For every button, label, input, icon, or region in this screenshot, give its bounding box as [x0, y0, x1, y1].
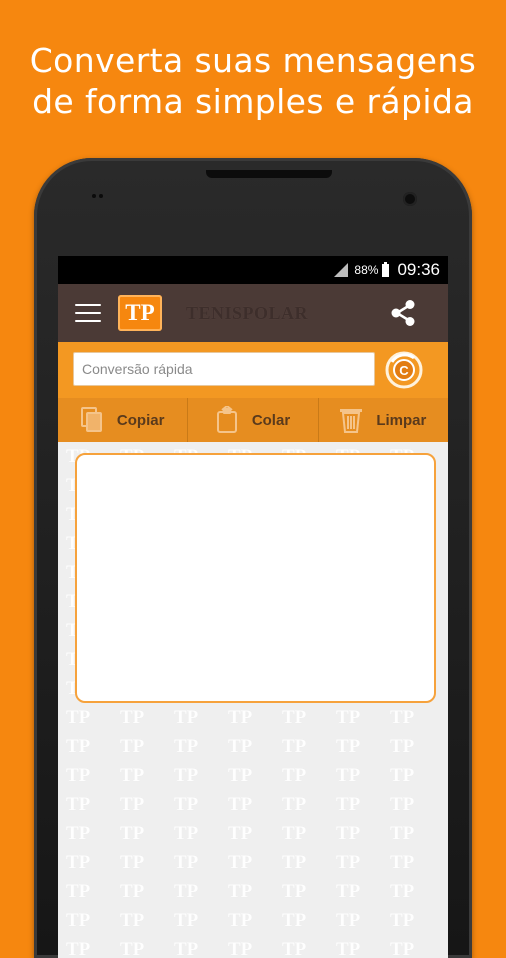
watermark-tile: TP — [390, 707, 415, 728]
phone-speaker — [206, 170, 332, 178]
watermark-tile: TP — [336, 910, 361, 931]
watermark-tile: TP — [66, 823, 91, 844]
watermark-tile: TP — [120, 852, 145, 873]
watermark-tile: TP — [66, 939, 91, 958]
watermark-tile: TP — [282, 910, 307, 931]
watermark-tile: TP — [66, 852, 91, 873]
watermark-tile: TP — [66, 765, 91, 786]
phone-frame: 88% 09:36 TP TENISPOLAR Conversão rápida… — [34, 158, 472, 958]
watermark-tile: TP — [336, 794, 361, 815]
watermark-tile: TP — [228, 852, 253, 873]
watermark-tile: TP — [336, 736, 361, 757]
search-row: C — [58, 342, 448, 398]
watermark-tile: TP — [120, 881, 145, 902]
headline: Converta suas mensagens de forma simples… — [0, 40, 506, 122]
convert-icon[interactable]: C — [384, 350, 424, 390]
watermark-tile: TP — [390, 852, 415, 873]
watermark-tile: TP — [120, 910, 145, 931]
watermark-tile: TP — [120, 939, 145, 958]
clear-label: Limpar — [376, 411, 427, 429]
watermark-tile: TP — [174, 794, 199, 815]
watermark-tile: TP — [174, 765, 199, 786]
watermark-tile: TP — [174, 881, 199, 902]
copy-button[interactable]: Copiar — [58, 398, 189, 442]
phone-sensor — [92, 194, 104, 204]
watermark-tile: TP — [390, 881, 415, 902]
battery-icon — [382, 261, 390, 277]
watermark-tile: TP — [66, 910, 91, 931]
watermark-tile: TP — [66, 736, 91, 757]
watermark-tile: TP — [228, 910, 253, 931]
signal-icon — [334, 263, 349, 277]
action-toolbar: Copiar Colar Limpar — [58, 398, 448, 442]
quick-convert-input[interactable] — [73, 352, 375, 386]
watermark-tile: TP — [66, 881, 91, 902]
clear-button[interactable]: Limpar — [319, 398, 448, 442]
watermark-tile: TP — [282, 881, 307, 902]
watermark-tile: TP — [174, 910, 199, 931]
watermark-tile: TP — [336, 939, 361, 958]
watermark-tile: TP — [390, 765, 415, 786]
paste-label: Colar — [251, 411, 291, 429]
message-editor-frame — [75, 453, 436, 703]
watermark-tile: TP — [174, 736, 199, 757]
watermark-tile: TP — [336, 881, 361, 902]
watermark-tile: TP — [390, 823, 415, 844]
watermark-tile: TP — [282, 794, 307, 815]
paste-icon — [216, 406, 237, 433]
copy-icon — [80, 407, 102, 432]
message-editor[interactable] — [77, 455, 434, 701]
watermark-tile: TP — [228, 881, 253, 902]
watermark-tile: TP — [282, 852, 307, 873]
watermark-tile: TP — [174, 852, 199, 873]
watermark-tile: TP — [228, 707, 253, 728]
watermark-tile: TP — [120, 765, 145, 786]
watermark-tile: TP — [228, 823, 253, 844]
watermark-tile: TP — [282, 736, 307, 757]
share-icon[interactable] — [388, 298, 418, 328]
watermark-tile: TP — [174, 823, 199, 844]
svg-text:C: C — [399, 363, 409, 378]
phone-camera — [403, 192, 417, 206]
app-bar: TP TENISPOLAR — [58, 284, 448, 342]
content-area: TP TP TP TP TP TP TP TP TP TP TP TP TP TP TP TP TP TP TP TP… — [58, 442, 448, 958]
menu-icon[interactable] — [75, 304, 101, 322]
watermark-tile: TP — [282, 823, 307, 844]
watermark-tile: TP — [390, 736, 415, 757]
watermark-tile: TP — [66, 707, 91, 728]
trash-icon — [340, 409, 363, 433]
watermark-tile: TP — [120, 823, 145, 844]
watermark-tile: TP — [390, 939, 415, 958]
app-logo: TP — [118, 295, 162, 331]
watermark-tile: TP — [336, 765, 361, 786]
watermark-tile: TP — [174, 707, 199, 728]
headline-line-1: Converta suas mensagens — [29, 41, 477, 80]
watermark-tile: TP — [120, 736, 145, 757]
brand-name: TENISPOLAR — [186, 302, 309, 323]
headline-line-2: de forma simples e rápida — [32, 82, 474, 121]
watermark-tile: TP — [228, 765, 253, 786]
status-bar: 88% 09:36 — [58, 256, 448, 284]
watermark-tile: TP — [282, 765, 307, 786]
watermark-tile: TP — [228, 736, 253, 757]
watermark-tile: TP — [282, 939, 307, 958]
watermark-tile: TP — [336, 707, 361, 728]
watermark-tile: TP — [174, 939, 199, 958]
paste-button[interactable]: Colar — [188, 398, 319, 442]
watermark-tile: TP — [282, 707, 307, 728]
watermark-tile: TP — [228, 939, 253, 958]
battery-percent: 88% — [354, 263, 379, 277]
watermark-tile: TP — [336, 823, 361, 844]
watermark-tile: TP — [66, 794, 91, 815]
copy-label: Copiar — [116, 411, 165, 429]
status-time: 09:36 — [397, 260, 440, 279]
watermark-tile: TP — [390, 794, 415, 815]
watermark-tile: TP — [120, 707, 145, 728]
watermark-tile: TP — [336, 852, 361, 873]
app-screen: 88% 09:36 TP TENISPOLAR Conversão rápida… — [58, 256, 448, 958]
watermark-tile: TP — [120, 794, 145, 815]
watermark-tile: TP — [228, 794, 253, 815]
watermark-tile: TP — [390, 910, 415, 931]
